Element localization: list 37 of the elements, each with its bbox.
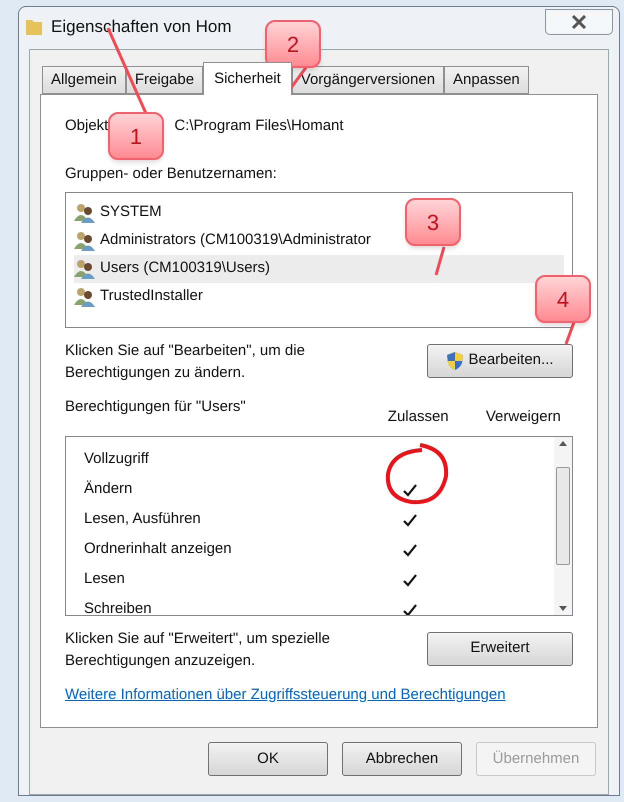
- object-path: C:\Program Files\Homant: [174, 116, 344, 136]
- group-name: Administrators (CM100319\Administrator: [100, 230, 371, 250]
- info-link[interactable]: Weitere Informationen über Zugriffssteuerung und Berechtigungen: [65, 684, 573, 706]
- group-name: TrustedInstaller: [100, 286, 203, 306]
- group-name: Users (CM100319\Users): [100, 258, 270, 278]
- group-item[interactable]: SYSTEM: [74, 198, 164, 226]
- tab[interactable]: Sicherheit: [203, 62, 292, 95]
- group-item[interactable]: TrustedInstaller: [74, 282, 205, 310]
- window-title: Eigenschaften von Hom: [51, 16, 232, 38]
- advanced-hint: Klicken Sie auf "Erweitert", um spezielle Berechtigungen anzuzeigen.: [65, 628, 331, 670]
- column-header: Verweigern: [484, 406, 562, 426]
- permissions-label: Berechtigungen für "Users": [65, 396, 247, 416]
- advanced-button[interactable]: Erweitert: [427, 632, 573, 666]
- permission-name: Schreiben: [84, 599, 153, 614]
- permission-name: Lesen, Ausführen: [84, 509, 202, 530]
- column-header: Zulassen: [386, 406, 450, 426]
- tab[interactable]: Allgemein: [42, 66, 126, 94]
- permission-name: Lesen: [84, 569, 126, 590]
- group-item[interactable]: Administrators (CM100319\Administrator: [74, 226, 373, 254]
- callout-number: 1: [108, 112, 164, 160]
- group-name: SYSTEM: [100, 202, 162, 222]
- callout-number: 2: [265, 20, 321, 68]
- group-item[interactable]: Users (CM100319\Users): [74, 254, 564, 282]
- groups-label: Gruppen- oder Benutzernamen:: [65, 164, 278, 184]
- tab[interactable]: Anpassen: [444, 66, 529, 94]
- dialog-button[interactable]: OK: [208, 742, 328, 776]
- edit-button[interactable]: Bearbeiten...: [427, 344, 573, 378]
- callout-number: 4: [535, 275, 591, 323]
- tab[interactable]: Freigabe: [126, 66, 204, 94]
- callout-number: 3: [405, 198, 461, 246]
- dialog-button[interactable]: Abbrechen: [342, 742, 462, 776]
- permission-name: Vollzugriff: [84, 449, 150, 470]
- object-label: Objekt: [65, 116, 108, 136]
- edit-hint: Klicken Sie auf "Bearbeiten", um die Berechtigungen zu ändern.: [65, 340, 306, 382]
- permission-name: Ändern: [84, 479, 134, 500]
- permission-name: Ordnerinhalt anzeigen: [84, 539, 233, 560]
- tab[interactable]: Vorgängerversionen: [292, 66, 444, 94]
